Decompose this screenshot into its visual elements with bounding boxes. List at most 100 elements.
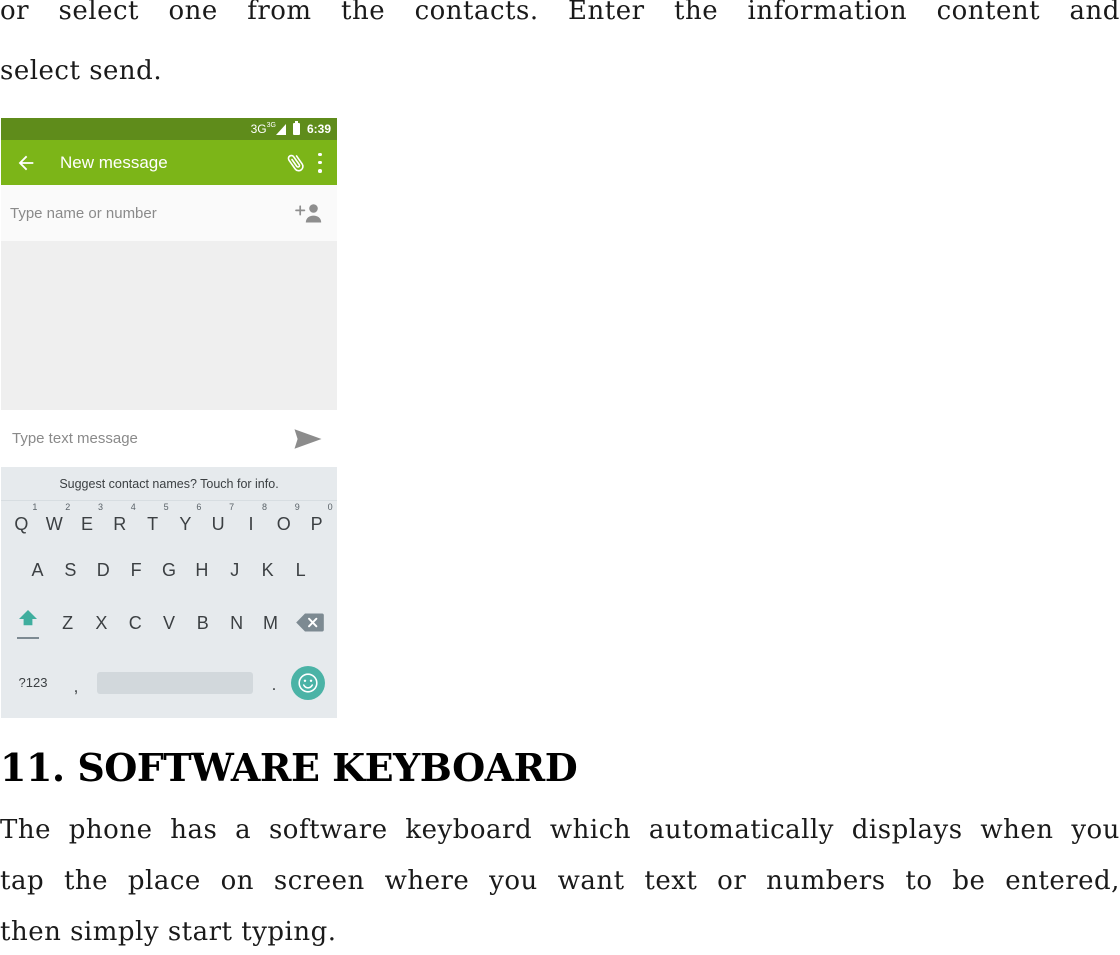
paperclip-icon[interactable] — [284, 151, 308, 175]
key-n[interactable]: N — [220, 614, 254, 632]
send-icon[interactable] — [293, 427, 323, 451]
word: want — [557, 866, 625, 896]
word: and — [1069, 0, 1120, 26]
key-y[interactable]: 6Y — [169, 503, 202, 535]
key-v[interactable]: V — [152, 614, 186, 632]
word: be — [952, 866, 986, 896]
key-number: 6 — [196, 502, 202, 513]
recipient-row[interactable]: Type name or number — [1, 185, 337, 242]
word: numbers — [766, 866, 886, 896]
top-paragraph-line-2: select send. — [0, 56, 163, 86]
key-number: 7 — [229, 502, 235, 513]
key-letter: Q — [14, 514, 29, 535]
software-keyboard: Suggest contact names? Touch for info. 1… — [1, 467, 337, 718]
key-u[interactable]: 7U — [202, 503, 235, 535]
key-number: 8 — [261, 502, 267, 513]
period-key[interactable]: . — [257, 675, 291, 695]
word: has — [170, 815, 218, 845]
word: entered, — [1005, 866, 1120, 896]
word: which — [549, 815, 632, 845]
add-contact-icon[interactable] — [295, 202, 323, 224]
key-s[interactable]: S — [54, 561, 87, 579]
suggestion-text[interactable]: Suggest contact names? Touch for info. — [59, 477, 278, 491]
dot — [318, 152, 322, 156]
body-paragraph-line-2: tap the place on screen where you want t… — [0, 866, 1120, 896]
word: The — [0, 815, 51, 845]
message-input[interactable]: Type text message — [12, 430, 293, 447]
backspace-icon[interactable] — [287, 612, 333, 633]
word: the — [674, 0, 719, 26]
phone-screenshot-figure: 3G3G 6:39 New message Type name or numbe… — [1, 118, 337, 720]
key-f[interactable]: F — [120, 561, 153, 579]
top-paragraph-line-1: or select one from the contacts. Enter t… — [0, 0, 1120, 26]
symbols-key[interactable]: ?123 — [7, 675, 59, 690]
comma-key[interactable]: , — [59, 677, 93, 697]
key-letter: P — [310, 514, 323, 535]
overflow-menu-icon[interactable] — [318, 152, 322, 173]
key-g[interactable]: G — [153, 561, 186, 579]
word: when — [980, 815, 1054, 845]
word: you — [489, 866, 538, 896]
key-letter: W — [45, 514, 63, 535]
word: you — [1071, 815, 1120, 845]
key-number: 5 — [163, 502, 169, 513]
word: the — [341, 0, 386, 26]
key-w[interactable]: 2W — [38, 503, 71, 535]
key-x[interactable]: X — [84, 614, 118, 632]
word: contacts. — [414, 0, 539, 26]
key-p[interactable]: 0P — [300, 503, 333, 535]
word: Enter — [568, 0, 645, 26]
keyboard-row-4: ?123 , . — [1, 652, 337, 718]
space-key[interactable] — [97, 671, 253, 694]
key-number: 2 — [65, 502, 71, 513]
key-j[interactable]: J — [218, 561, 251, 579]
recipient-input[interactable]: Type name or number — [10, 205, 295, 222]
key-l[interactable]: L — [284, 561, 317, 579]
app-bar-title: New message — [60, 152, 168, 172]
key-h[interactable]: H — [185, 561, 218, 579]
word: or — [717, 866, 747, 896]
justified-line: tap the place on screen where you want t… — [0, 866, 1120, 896]
key-letter: O — [276, 514, 291, 535]
key-k[interactable]: K — [251, 561, 284, 579]
word: keyboard — [405, 815, 533, 845]
word: phone — [68, 815, 153, 845]
key-t[interactable]: 5T — [136, 503, 169, 534]
back-arrow-icon[interactable] — [15, 152, 37, 174]
message-body-area — [1, 242, 337, 410]
word: content — [936, 0, 1041, 26]
suggestion-strip[interactable]: Suggest contact names? Touch for info. — [1, 467, 337, 501]
key-d[interactable]: D — [87, 561, 120, 579]
word: tap — [0, 866, 45, 896]
key-number: 3 — [97, 502, 103, 513]
justified-line: or select one from the contacts. Enter t… — [0, 0, 1120, 26]
word: one — [168, 0, 218, 26]
key-r[interactable]: 4R — [103, 503, 136, 534]
key-letter: U — [211, 514, 225, 535]
justified-line: The phone has a software keyboard which … — [0, 815, 1120, 845]
key-e[interactable]: 3E — [71, 503, 104, 534]
key-z[interactable]: Z — [51, 614, 85, 632]
emoji-smiley-icon[interactable] — [291, 665, 325, 700]
compose-row[interactable]: Type text message — [1, 410, 337, 467]
shift-underline — [16, 636, 39, 639]
key-i[interactable]: 8I — [235, 503, 268, 534]
word: on — [220, 866, 255, 896]
network-label: 3G — [250, 122, 267, 136]
word: text — [644, 866, 698, 896]
key-m[interactable]: M — [254, 614, 288, 632]
key-number: 4 — [130, 502, 136, 513]
network-indicator: 3G3G — [250, 122, 276, 136]
key-o[interactable]: 9O — [267, 503, 300, 535]
shift-arrow-icon[interactable] — [5, 608, 51, 639]
network-superscript: 3G — [266, 122, 276, 129]
word: to — [905, 866, 933, 896]
key-letter: Y — [179, 514, 192, 535]
key-q[interactable]: 1Q — [5, 503, 38, 535]
key-a[interactable]: A — [21, 561, 54, 579]
key-c[interactable]: C — [118, 614, 152, 632]
key-b[interactable]: B — [186, 614, 220, 632]
key-number: 1 — [32, 502, 38, 513]
status-time: 6:39 — [306, 122, 331, 136]
battery-icon — [292, 121, 300, 135]
